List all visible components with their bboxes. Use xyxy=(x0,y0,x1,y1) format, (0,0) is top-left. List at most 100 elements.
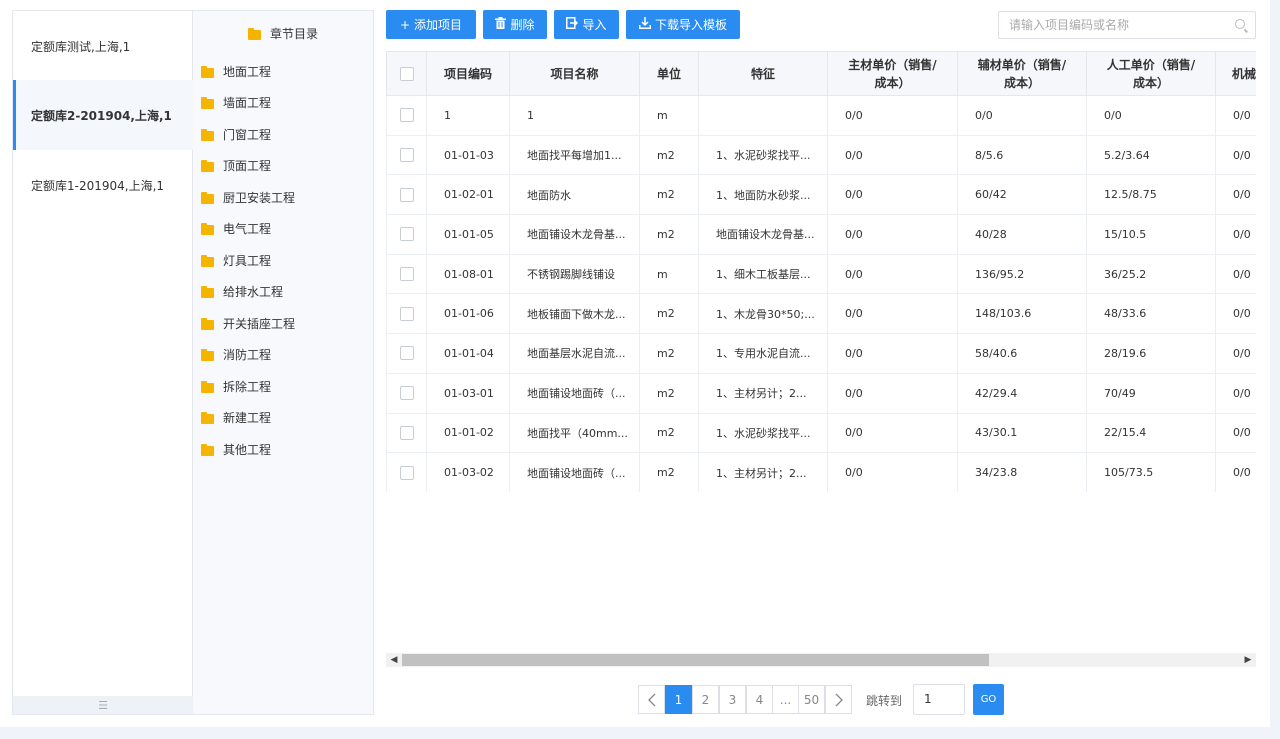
header-feature[interactable]: 特征 xyxy=(698,51,828,96)
page-button-3[interactable]: 3 xyxy=(719,685,746,714)
table-row[interactable]: 01-03-01 地面铺设地面砖（... m2 1、主材另计；2... 0/0 42/29… xyxy=(386,373,1256,414)
import-button[interactable]: 导入 xyxy=(554,10,619,39)
unit-cell: m2 xyxy=(639,135,699,176)
labor-price-cell: 105/73.5 xyxy=(1086,452,1216,492)
chapter-item[interactable]: 新建工程 xyxy=(201,409,271,427)
table-row[interactable]: 01-03-02 地面铺设地面砖（... m2 1、主材另计；2... 0/0 34/23… xyxy=(386,452,1256,492)
feature-cell: 1、细木工板基层... xyxy=(698,254,828,295)
chapter-item[interactable]: 灯具工程 xyxy=(201,252,271,270)
folder-icon xyxy=(201,159,214,172)
row-checkbox[interactable] xyxy=(399,306,414,321)
code-cell: 01-01-05 xyxy=(426,214,510,255)
table-row[interactable]: 1 1 m 0/0 0/0 0/0 0/0 xyxy=(386,95,1256,136)
folder-icon xyxy=(201,222,214,235)
header-main-price[interactable]: 主材单价（销售/成本） xyxy=(827,51,958,96)
header-name[interactable]: 项目名称 xyxy=(509,51,640,96)
code-cell: 1 xyxy=(426,95,510,136)
library-panel: 定额库测试,上海,1 定额库2-201904,上海,1 定额库1-201904,… xyxy=(12,10,193,715)
aux-price-cell: 42/29.4 xyxy=(957,373,1087,414)
machine-price-cell: 0/0 xyxy=(1215,214,1256,255)
chapter-item[interactable]: 地面工程 xyxy=(201,63,271,81)
page-ellipsis[interactable]: ... xyxy=(772,685,799,714)
search-icon[interactable] xyxy=(1235,19,1245,29)
row-select-cell xyxy=(386,254,427,295)
page: 定额库测试,上海,1 定额库2-201904,上海,1 定额库1-201904,… xyxy=(0,0,1270,727)
folder-icon xyxy=(201,411,214,424)
go-button[interactable]: GO xyxy=(973,684,1004,715)
search-input[interactable] xyxy=(999,12,1219,38)
chapter-item[interactable]: 给排水工程 xyxy=(201,283,283,301)
horizontal-scrollbar[interactable]: ◀ ▶ xyxy=(386,653,1256,667)
library-item-label: 定额库2-201904,上海,1 xyxy=(31,109,172,123)
feature-cell: 1、地面防水砂浆... xyxy=(698,174,828,216)
header-labor-price[interactable]: 人工单价（销售/成本） xyxy=(1086,51,1216,96)
main-price-cell: 0/0 xyxy=(827,373,958,414)
chapter-item[interactable]: 消防工程 xyxy=(201,346,271,364)
row-checkbox[interactable] xyxy=(399,386,414,401)
chapter-item[interactable]: 顶面工程 xyxy=(201,157,271,175)
labor-price-cell: 36/25.2 xyxy=(1086,254,1216,295)
chapter-item[interactable]: 其他工程 xyxy=(201,441,271,459)
main-price-cell: 0/0 xyxy=(827,452,958,492)
table-row[interactable]: 01-02-01 地面防水 m2 1、地面防水砂浆... 0/0 60/42 12.5/8.… xyxy=(386,174,1256,216)
page-button-2[interactable]: 2 xyxy=(692,685,719,714)
page-button-4[interactable]: 4 xyxy=(746,685,773,714)
table-row[interactable]: 01-01-03 地面找平每增加1... m2 1、水泥砂浆找平... 0/0 8/5.6… xyxy=(386,135,1256,176)
unit-cell: m2 xyxy=(639,413,699,454)
scroll-right-icon[interactable]: ▶ xyxy=(1241,653,1255,667)
jump-page-input[interactable]: 1 xyxy=(913,684,965,715)
page-button-50[interactable]: 50 xyxy=(798,685,825,714)
chapter-item[interactable]: 拆除工程 xyxy=(201,378,271,396)
row-checkbox[interactable] xyxy=(399,425,414,440)
chapter-item[interactable]: 门窗工程 xyxy=(201,126,271,144)
table-row[interactable]: 01-01-02 地面找平（40mm... m2 1、水泥砂浆找平... 0/0 43/3… xyxy=(386,413,1256,454)
jump-to-label: 跳转到 xyxy=(866,694,903,708)
select-all-checkbox[interactable] xyxy=(399,67,414,81)
header-aux-price[interactable]: 辅材单价（销售/成本） xyxy=(957,51,1087,96)
folder-icon xyxy=(201,191,214,204)
header-machine-price[interactable]: 机械 xyxy=(1215,51,1256,96)
table-row[interactable]: 01-01-05 地面铺设木龙骨基... m2 地面铺设木龙骨基... 0/0 40/28… xyxy=(386,214,1256,255)
machine-price-cell: 0/0 xyxy=(1215,174,1256,216)
table-row[interactable]: 01-01-04 地面基层水泥自流... m2 1、专用水泥自流... 0/0 58/40… xyxy=(386,333,1256,374)
table-row[interactable]: 01-08-01 不锈钢踢脚线铺设 m 1、细木工板基层... 0/0 136/95.2 3… xyxy=(386,254,1256,295)
table-row[interactable]: 01-01-06 地板铺面下做木龙... m2 1、木龙骨30*50;... 0/0 14… xyxy=(386,293,1256,335)
add-item-button[interactable]: + 添加项目 xyxy=(386,10,476,39)
scroll-left-icon[interactable]: ◀ xyxy=(387,653,401,667)
aux-price-cell: 0/0 xyxy=(957,95,1087,136)
header-unit[interactable]: 单位 xyxy=(639,51,699,96)
main-price-cell: 0/0 xyxy=(827,333,958,374)
name-cell: 地板铺面下做木龙... xyxy=(509,293,640,335)
labor-price-cell: 5.2/3.64 xyxy=(1086,135,1216,176)
scrollbar-thumb[interactable] xyxy=(402,654,989,666)
delete-button[interactable]: 删除 xyxy=(483,10,547,39)
header-code[interactable]: 项目编码 xyxy=(426,51,510,96)
library-item[interactable]: 定额库1-201904,上海,1 xyxy=(13,150,193,218)
row-checkbox[interactable] xyxy=(399,108,414,123)
chapter-item[interactable]: 开关插座工程 xyxy=(201,315,295,333)
row-checkbox[interactable] xyxy=(399,148,414,163)
main-price-cell: 0/0 xyxy=(827,254,958,295)
chapter-item[interactable]: 墙面工程 xyxy=(201,94,271,112)
row-checkbox[interactable] xyxy=(399,346,414,361)
resize-handle[interactable]: ☰ xyxy=(13,696,193,714)
project-table: 项目编码 项目名称 单位 特征 主材单价（销售/成本） 辅材单价（销售/成本） … xyxy=(386,51,1256,492)
chapter-item[interactable]: 厨卫安装工程 xyxy=(201,189,295,207)
folder-icon xyxy=(201,96,214,109)
page-button-1[interactable]: 1 xyxy=(665,685,692,714)
unit-cell: m2 xyxy=(639,293,699,335)
prev-page-button[interactable] xyxy=(638,685,665,714)
folder-icon xyxy=(201,380,214,393)
plus-icon: + xyxy=(399,17,411,32)
row-checkbox[interactable] xyxy=(399,187,414,202)
download-template-button[interactable]: 下载导入模板 xyxy=(626,10,740,39)
name-cell: 1 xyxy=(509,95,640,136)
library-item[interactable]: 定额库测试,上海,1 xyxy=(13,11,193,79)
row-checkbox[interactable] xyxy=(399,227,414,242)
chapter-item[interactable]: 电气工程 xyxy=(201,220,271,238)
next-page-button[interactable] xyxy=(825,685,852,714)
row-checkbox[interactable] xyxy=(399,465,414,480)
row-checkbox[interactable] xyxy=(399,267,414,282)
library-item-active[interactable]: 定额库2-201904,上海,1 xyxy=(13,80,193,150)
row-select-cell xyxy=(386,174,427,216)
